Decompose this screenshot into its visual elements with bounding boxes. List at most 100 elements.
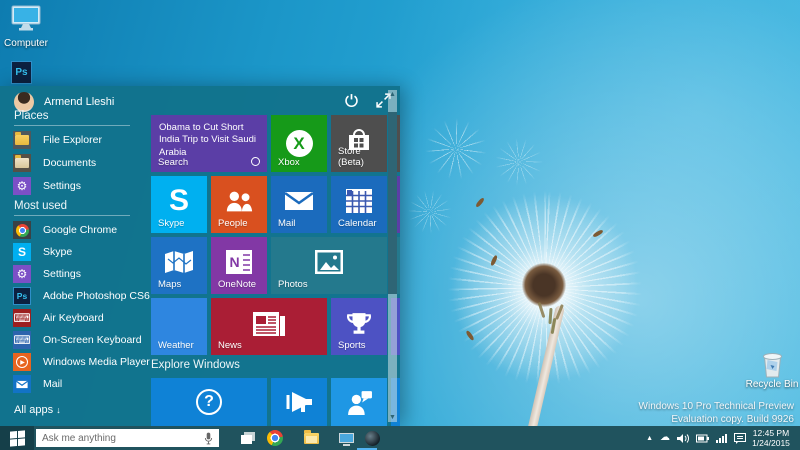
people-icon bbox=[224, 190, 254, 212]
search-input[interactable] bbox=[42, 433, 200, 444]
menu-item-label: Air Keyboard bbox=[43, 312, 104, 324]
dandelion-seed-tuft bbox=[425, 118, 487, 180]
tile-maps[interactable]: Maps bbox=[151, 237, 207, 294]
keyboard-icon: ⌨ bbox=[13, 309, 31, 327]
documents-icon bbox=[13, 154, 31, 172]
tile-announcements[interactable] bbox=[271, 378, 327, 426]
desktop-icon-computer[interactable]: Computer bbox=[0, 5, 52, 49]
desktop-icon-recycle-bin[interactable]: Recycle Bin bbox=[744, 350, 800, 390]
scroll-down-icon[interactable]: ▼ bbox=[388, 414, 397, 421]
tile-label: People bbox=[218, 218, 248, 229]
search-tile-headline: Obama to Cut Short India Trip to Visit S… bbox=[159, 122, 259, 159]
speaker-icon[interactable] bbox=[677, 433, 689, 444]
windows-logo-icon bbox=[10, 430, 25, 446]
tile-onenote[interactable]: N OneNote bbox=[211, 237, 267, 294]
start-button[interactable] bbox=[0, 426, 34, 450]
news-icon bbox=[252, 311, 286, 337]
scrollbar-thumb[interactable] bbox=[388, 112, 397, 294]
tile-news[interactable]: News bbox=[211, 298, 327, 355]
menu-item-label: Documents bbox=[43, 157, 96, 169]
taskbar-clock[interactable]: 12:45 PM 1/24/2015 bbox=[746, 428, 796, 448]
show-hidden-icons-chevron[interactable]: ▲ bbox=[646, 435, 653, 442]
menu-item-settings[interactable]: ⚙ Settings bbox=[13, 264, 81, 284]
menu-item-label: Windows Media Player bbox=[43, 356, 150, 368]
watermark-line-2: Evaluation copy. Build 9926 bbox=[671, 414, 794, 425]
taskbar: ▲ ☁ 12:45 PM 1/24/2015 bbox=[0, 426, 800, 450]
start-menu: Armend Lleshi Places File Explorer Docum… bbox=[0, 86, 400, 426]
taskbar-file-explorer-button[interactable] bbox=[299, 426, 323, 450]
scroll-up-icon[interactable]: ▲ bbox=[388, 91, 397, 98]
menu-item-label: Settings bbox=[43, 180, 81, 192]
tile-label: Xbox bbox=[278, 157, 300, 168]
photoshop-glyph: Ps bbox=[17, 291, 27, 301]
menu-item-skype[interactable]: S Skype bbox=[13, 242, 72, 262]
user-avatar[interactable] bbox=[14, 92, 34, 112]
tile-calendar[interactable]: Calendar bbox=[331, 176, 387, 233]
tile-label: Skype bbox=[158, 218, 184, 229]
network-signal-icon[interactable] bbox=[716, 434, 727, 443]
menu-item-documents[interactable]: Documents bbox=[13, 153, 96, 173]
divider bbox=[14, 125, 130, 126]
tile-store[interactable]: Store (Beta) bbox=[331, 115, 387, 172]
desktop-icon-photoshop[interactable]: Ps bbox=[11, 61, 32, 84]
tile-sports[interactable]: Sports bbox=[331, 298, 387, 355]
menu-item-on-screen-keyboard[interactable]: ⌨ On-Screen Keyboard bbox=[13, 330, 142, 350]
menu-item-label: File Explorer bbox=[43, 134, 102, 146]
tile-weather[interactable]: Weather bbox=[151, 298, 207, 355]
tile-xbox[interactable]: X Xbox bbox=[271, 115, 327, 172]
places-header: Places bbox=[14, 110, 49, 122]
clock-time: 12:45 PM bbox=[746, 428, 796, 438]
photos-icon bbox=[315, 250, 343, 274]
tile-people[interactable]: People bbox=[211, 176, 267, 233]
tile-search[interactable]: Obama to Cut Short India Trip to Visit S… bbox=[151, 115, 267, 172]
tile-help[interactable]: ? bbox=[151, 378, 267, 426]
taskbar-media-app-button[interactable] bbox=[360, 426, 384, 450]
watermark-line-1: Windows 10 Pro Technical Preview bbox=[639, 401, 794, 412]
settings-gear-icon: ⚙ bbox=[13, 177, 31, 195]
menu-item-mail[interactable]: Mail bbox=[13, 374, 62, 394]
mail-envelope-icon bbox=[284, 191, 314, 211]
tile-photos[interactable]: Photos bbox=[271, 237, 387, 294]
taskbar-pc-button[interactable] bbox=[334, 426, 358, 450]
tile-label: Store (Beta) bbox=[338, 146, 387, 168]
tile-mail[interactable]: Mail bbox=[271, 176, 327, 233]
desktop: Computer Ps Recycle Bin Windows 10 Pro T… bbox=[0, 0, 800, 450]
start-menu-scrollbar[interactable]: ▲ ▼ bbox=[388, 90, 397, 422]
tile-label: Maps bbox=[158, 279, 181, 290]
menu-item-settings-places[interactable]: ⚙ Settings bbox=[13, 176, 81, 196]
dandelion-core bbox=[522, 263, 566, 307]
taskbar-search[interactable] bbox=[36, 429, 219, 447]
onedrive-cloud-icon[interactable]: ☁ bbox=[660, 433, 670, 443]
action-center-icon[interactable] bbox=[734, 433, 746, 444]
mail-icon bbox=[13, 375, 31, 393]
tile-skype[interactable]: S Skype bbox=[151, 176, 207, 233]
menu-item-label: Skype bbox=[43, 246, 72, 258]
menu-item-photoshop[interactable]: Ps Adobe Photoshop CS6 bbox=[13, 286, 150, 306]
file-explorer-icon bbox=[304, 433, 319, 444]
menu-item-file-explorer[interactable]: File Explorer bbox=[13, 130, 102, 150]
tile-label: Photos bbox=[278, 279, 308, 290]
tile-label: Mail bbox=[278, 218, 295, 229]
menu-item-air-keyboard[interactable]: ⌨ Air Keyboard bbox=[13, 308, 104, 328]
onenote-icon: N bbox=[226, 250, 252, 274]
battery-icon[interactable] bbox=[696, 434, 709, 443]
power-button[interactable] bbox=[344, 93, 360, 109]
xbox-glyph: X bbox=[293, 134, 304, 154]
dandelion-seed-tuft bbox=[405, 187, 456, 238]
microphone-icon[interactable] bbox=[204, 432, 213, 445]
search-badge-icon bbox=[251, 157, 260, 166]
settings-gear-icon: ⚙ bbox=[13, 265, 31, 283]
menu-item-label: Google Chrome bbox=[43, 224, 117, 236]
photoshop-glyph: Ps bbox=[15, 67, 27, 78]
photoshop-icon: Ps bbox=[13, 287, 31, 305]
tile-feedback[interactable] bbox=[331, 378, 387, 426]
calendar-icon bbox=[346, 189, 372, 213]
system-tray: ▲ ☁ bbox=[646, 426, 746, 450]
all-apps-button[interactable]: All apps ↓ bbox=[14, 404, 61, 416]
menu-item-google-chrome[interactable]: Google Chrome bbox=[13, 220, 117, 240]
task-view-button[interactable] bbox=[236, 426, 260, 450]
taskbar-chrome-button[interactable] bbox=[263, 426, 287, 450]
menu-item-windows-media-player[interactable]: ▶ Windows Media Player bbox=[13, 352, 150, 372]
menu-item-label: Settings bbox=[43, 268, 81, 280]
explore-windows-header: Explore Windows bbox=[151, 359, 240, 371]
